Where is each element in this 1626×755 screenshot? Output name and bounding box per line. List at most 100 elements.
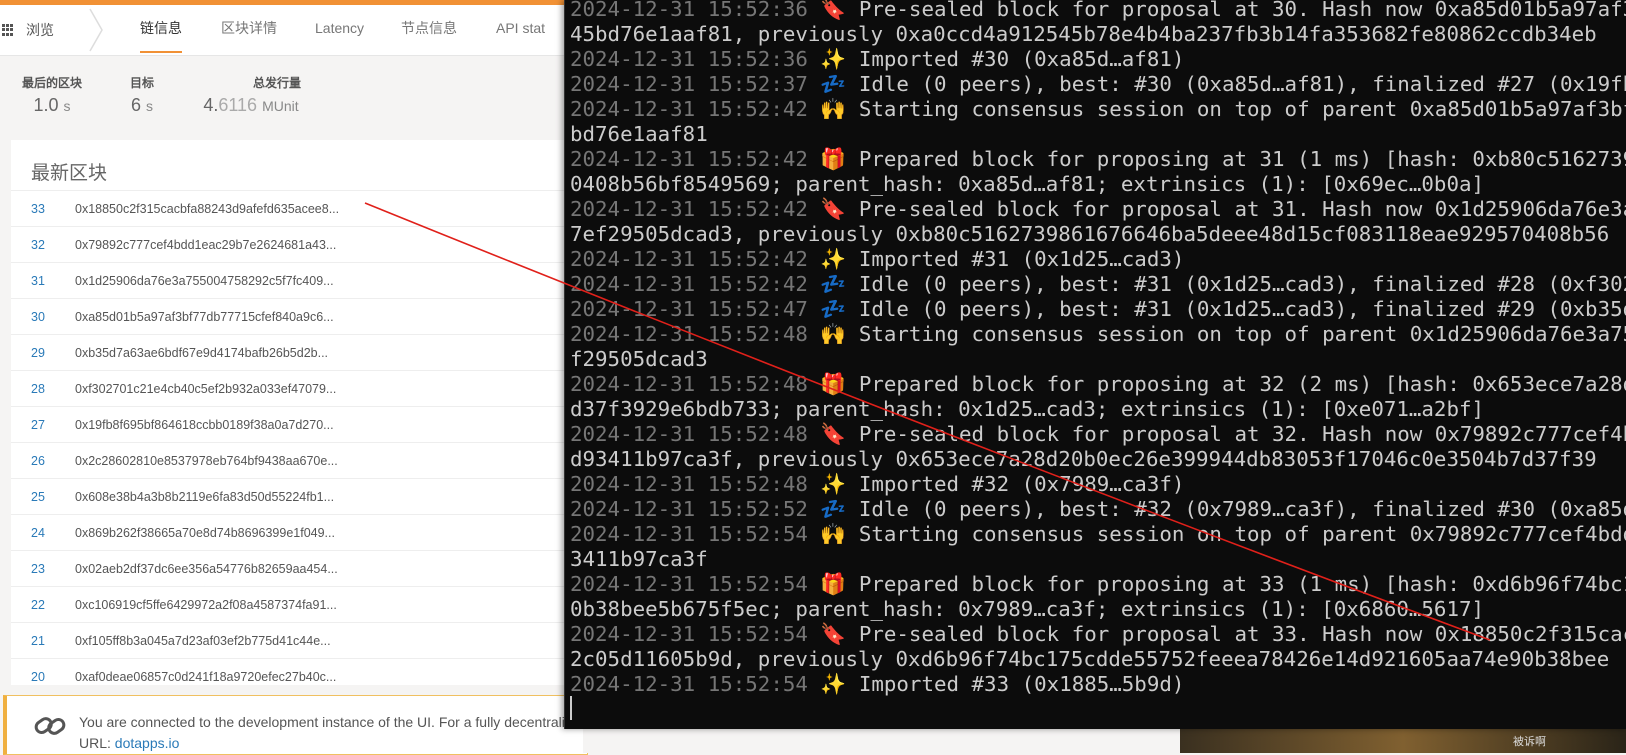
block-row[interactable]: 21 0xf105ff8b3a045a7d23af03ef2b775d41c44e… [11, 622, 571, 658]
block-number[interactable]: 26 [11, 454, 61, 468]
tab-chain-info[interactable]: 链信息 [140, 5, 182, 55]
terminal-line: 2c05d11605b9d, previously 0xd6b96f74bc17… [570, 647, 1626, 672]
block-row[interactable]: 24 0x869b262f38665a70e8d74b8696399e1f049.… [11, 514, 571, 550]
log-message: ✨ Imported #30 (0xa85d…af81) [807, 47, 1185, 71]
block-row[interactable]: 30 0xa85d01b5a97af3bf77db77715cfef840a9c6… [11, 298, 571, 334]
terminal-line: 2024-12-31 15:52:36 ✨ Imported #30 (0xa8… [570, 47, 1626, 72]
terminal-line: 0b38bee5b675f5ec; parent_hash: 0x7989…ca… [570, 597, 1626, 622]
terminal-window[interactable]: 2024-12-31 15:52:36 🔖 Pre-sealed block f… [564, 0, 1626, 729]
block-number[interactable]: 24 [11, 526, 61, 540]
terminal-line: d37f3929e6bdb733; parent_hash: 0x1d25…ca… [570, 397, 1626, 422]
block-row[interactable]: 27 0x19fb8f695bf864618ccbb0189f38a0a7d270… [11, 406, 571, 442]
block-number[interactable]: 21 [11, 634, 61, 648]
stat-last-block: 最后的区块 1.0 s [22, 74, 82, 116]
log-message: ✨ Imported #32 (0x7989…ca3f) [807, 472, 1185, 496]
block-hash: 0x608e38b4a3b8b2119e6fa83d50d55224fb1... [75, 489, 335, 504]
block-row[interactable]: 23 0x02aeb2df37dc6ee356a54776b82659aa454.… [11, 550, 571, 586]
log-message: bd76e1aaf81 [570, 122, 708, 146]
block-number[interactable]: 32 [11, 238, 61, 252]
log-timestamp: 2024-12-31 15:52:36 [570, 47, 808, 71]
browse-menu[interactable]: 浏览 [0, 5, 96, 55]
log-message: 🔖 Pre-sealed block for proposal at 32. H… [807, 422, 1626, 446]
log-message: 0b38bee5b675f5ec; parent_hash: 0x7989…ca… [570, 597, 1485, 621]
terminal-line: 2024-12-31 15:52:42 🔖 Pre-sealed block f… [570, 197, 1626, 222]
browse-label: 浏览 [26, 22, 54, 38]
recent-blocks-list: 33 0x18850c2f315cacbfa88243d9afefd635acee… [11, 190, 571, 694]
block-row[interactable]: 28 0xf302701c21e4cb40c5ef2b932a033ef47079… [11, 370, 571, 406]
log-message: 🎁 Prepared block for proposing at 31 (1 … [807, 147, 1626, 171]
terminal-line: 2024-12-31 15:52:48 🎁 Prepared block for… [570, 372, 1626, 397]
terminal-line: d93411b97ca3f, previously 0x653ece7a28d2… [570, 447, 1626, 472]
block-number[interactable]: 30 [11, 310, 61, 324]
block-number[interactable]: 25 [11, 490, 61, 504]
tab-block-details[interactable]: 区块详情 [221, 5, 277, 55]
block-hash: 0xf105ff8b3a045a7d23af03ef2b775d41c44e..… [75, 633, 331, 648]
log-message: 💤 Idle (0 peers), best: #31 (0x1d25…cad3… [807, 272, 1626, 296]
log-message: f29505dcad3 [570, 347, 708, 371]
notice-line: You are connected to the development ins… [79, 714, 565, 730]
block-row[interactable]: 32 0x79892c777cef4bdd1eac29b7e2624681a43.… [11, 226, 571, 262]
log-timestamp: 2024-12-31 15:52:48 [570, 372, 808, 396]
dotapps-link[interactable]: dotapps.io [115, 735, 180, 751]
terminal-line: 2024-12-31 15:52:47 💤 Idle (0 peers), be… [570, 297, 1626, 322]
log-message: d93411b97ca3f, previously 0x653ece7a28d2… [570, 447, 1597, 471]
terminal-line: 2024-12-31 15:52:42 🎁 Prepared block for… [570, 147, 1626, 172]
grid-menu-icon [2, 24, 14, 36]
chain-stats: 最后的区块 1.0 s 目标 6 s 总发行量 4.6116 MUnit [0, 60, 570, 130]
terminal-line: 2024-12-31 15:52:42 💤 Idle (0 peers), be… [570, 272, 1626, 297]
log-message: d37f3929e6bdb733; parent_hash: 0x1d25…ca… [570, 397, 1485, 421]
log-message: ✨ Imported #33 (0x1885…5b9d) [807, 672, 1185, 696]
block-number[interactable]: 33 [11, 202, 61, 216]
block-hash: 0x79892c777cef4bdd1eac29b7e2624681a43... [75, 237, 337, 252]
block-number[interactable]: 27 [11, 418, 61, 432]
log-message: 🙌 Starting consensus session on top of p… [807, 522, 1626, 546]
block-number[interactable]: 28 [11, 382, 61, 396]
tab-node-info[interactable]: 节点信息 [401, 5, 457, 55]
terminal-cursor [570, 696, 572, 720]
log-message: 🙌 Starting consensus session on top of p… [807, 322, 1626, 346]
log-timestamp: 2024-12-31 15:52:36 [570, 0, 808, 21]
log-timestamp: 2024-12-31 15:52:42 [570, 247, 808, 271]
terminal-line: 2024-12-31 15:52:37 💤 Idle (0 peers), be… [570, 72, 1626, 97]
block-row[interactable]: 31 0x1d25906da76e3a755004758292c5f7fc409.… [11, 262, 571, 298]
block-row[interactable]: 25 0x608e38b4a3b8b2119e6fa83d50d55224fb1.… [11, 478, 571, 514]
log-timestamp: 2024-12-31 15:52:54 [570, 672, 808, 696]
notice-text: You are connected to the development ins… [79, 712, 565, 754]
terminal-line: 2024-12-31 15:52:42 ✨ Imported #31 (0x1d… [570, 247, 1626, 272]
log-timestamp: 2024-12-31 15:52:54 [570, 622, 808, 646]
block-number[interactable]: 22 [11, 598, 61, 612]
log-message: 💤 Idle (0 peers), best: #31 (0x1d25…cad3… [807, 297, 1626, 321]
block-row[interactable]: 26 0x2c28602810e8537978eb764bf9438aa670e.… [11, 442, 571, 478]
block-row[interactable]: 22 0xc106919cf5ffe6429972a2f08a4587374fa9… [11, 586, 571, 622]
stat-target: 目标 6 s [130, 74, 154, 116]
terminal-line: 2024-12-31 15:52:54 🎁 Prepared block for… [570, 572, 1626, 597]
tab-latency[interactable]: Latency [315, 5, 364, 55]
log-timestamp: 2024-12-31 15:52:42 [570, 97, 808, 121]
tab-api-stats[interactable]: API stat [496, 5, 545, 55]
log-timestamp: 2024-12-31 15:52:37 [570, 72, 808, 96]
terminal-line: 2024-12-31 15:52:54 🙌 Starting consensus… [570, 522, 1626, 547]
terminal-line: 2024-12-31 15:52:48 ✨ Imported #32 (0x79… [570, 472, 1626, 497]
link-icon [34, 717, 66, 735]
log-message: 45bd76e1aaf81, previously 0xa0ccd4a91254… [570, 22, 1597, 46]
block-number[interactable]: 29 [11, 346, 61, 360]
log-message: 3411b97ca3f [570, 547, 708, 571]
terminal-line: f29505dcad3 [570, 347, 1626, 372]
block-number[interactable]: 31 [11, 274, 61, 288]
top-nav: 浏览 链信息 区块详情 Latency 节点信息 API stat [0, 5, 570, 56]
block-number[interactable]: 23 [11, 562, 61, 576]
block-hash: 0x18850c2f315cacbfa88243d9afefd635acee8.… [75, 201, 340, 216]
terminal-line: 0408b56bf8549569; parent_hash: 0xa85d…af… [570, 172, 1626, 197]
log-message: 🔖 Pre-sealed block for proposal at 31. H… [807, 197, 1626, 221]
block-number[interactable]: 20 [11, 670, 61, 684]
block-hash: 0x1d25906da76e3a755004758292c5f7fc409... [75, 273, 334, 288]
block-hash: 0xb35d7a63ae6bdf67e9d4174bafb26b5d2b... [75, 345, 329, 360]
block-row[interactable]: 33 0x18850c2f315cacbfa88243d9afefd635acee… [11, 190, 571, 226]
log-timestamp: 2024-12-31 15:52:42 [570, 272, 808, 296]
terminal-line: bd76e1aaf81 [570, 122, 1626, 147]
block-hash: 0xa85d01b5a97af3bf77db77715cfef840a9c6..… [75, 309, 334, 324]
block-row[interactable]: 29 0xb35d7a63ae6bdf67e9d4174bafb26b5d2b..… [11, 334, 571, 370]
block-row[interactable]: 20 0xaf0deae06857c0d241f18a9720efec27b40c… [11, 658, 571, 694]
block-hash: 0x2c28602810e8537978eb764bf9438aa670e... [75, 453, 338, 468]
stat-label: 最后的区块 [22, 76, 83, 90]
